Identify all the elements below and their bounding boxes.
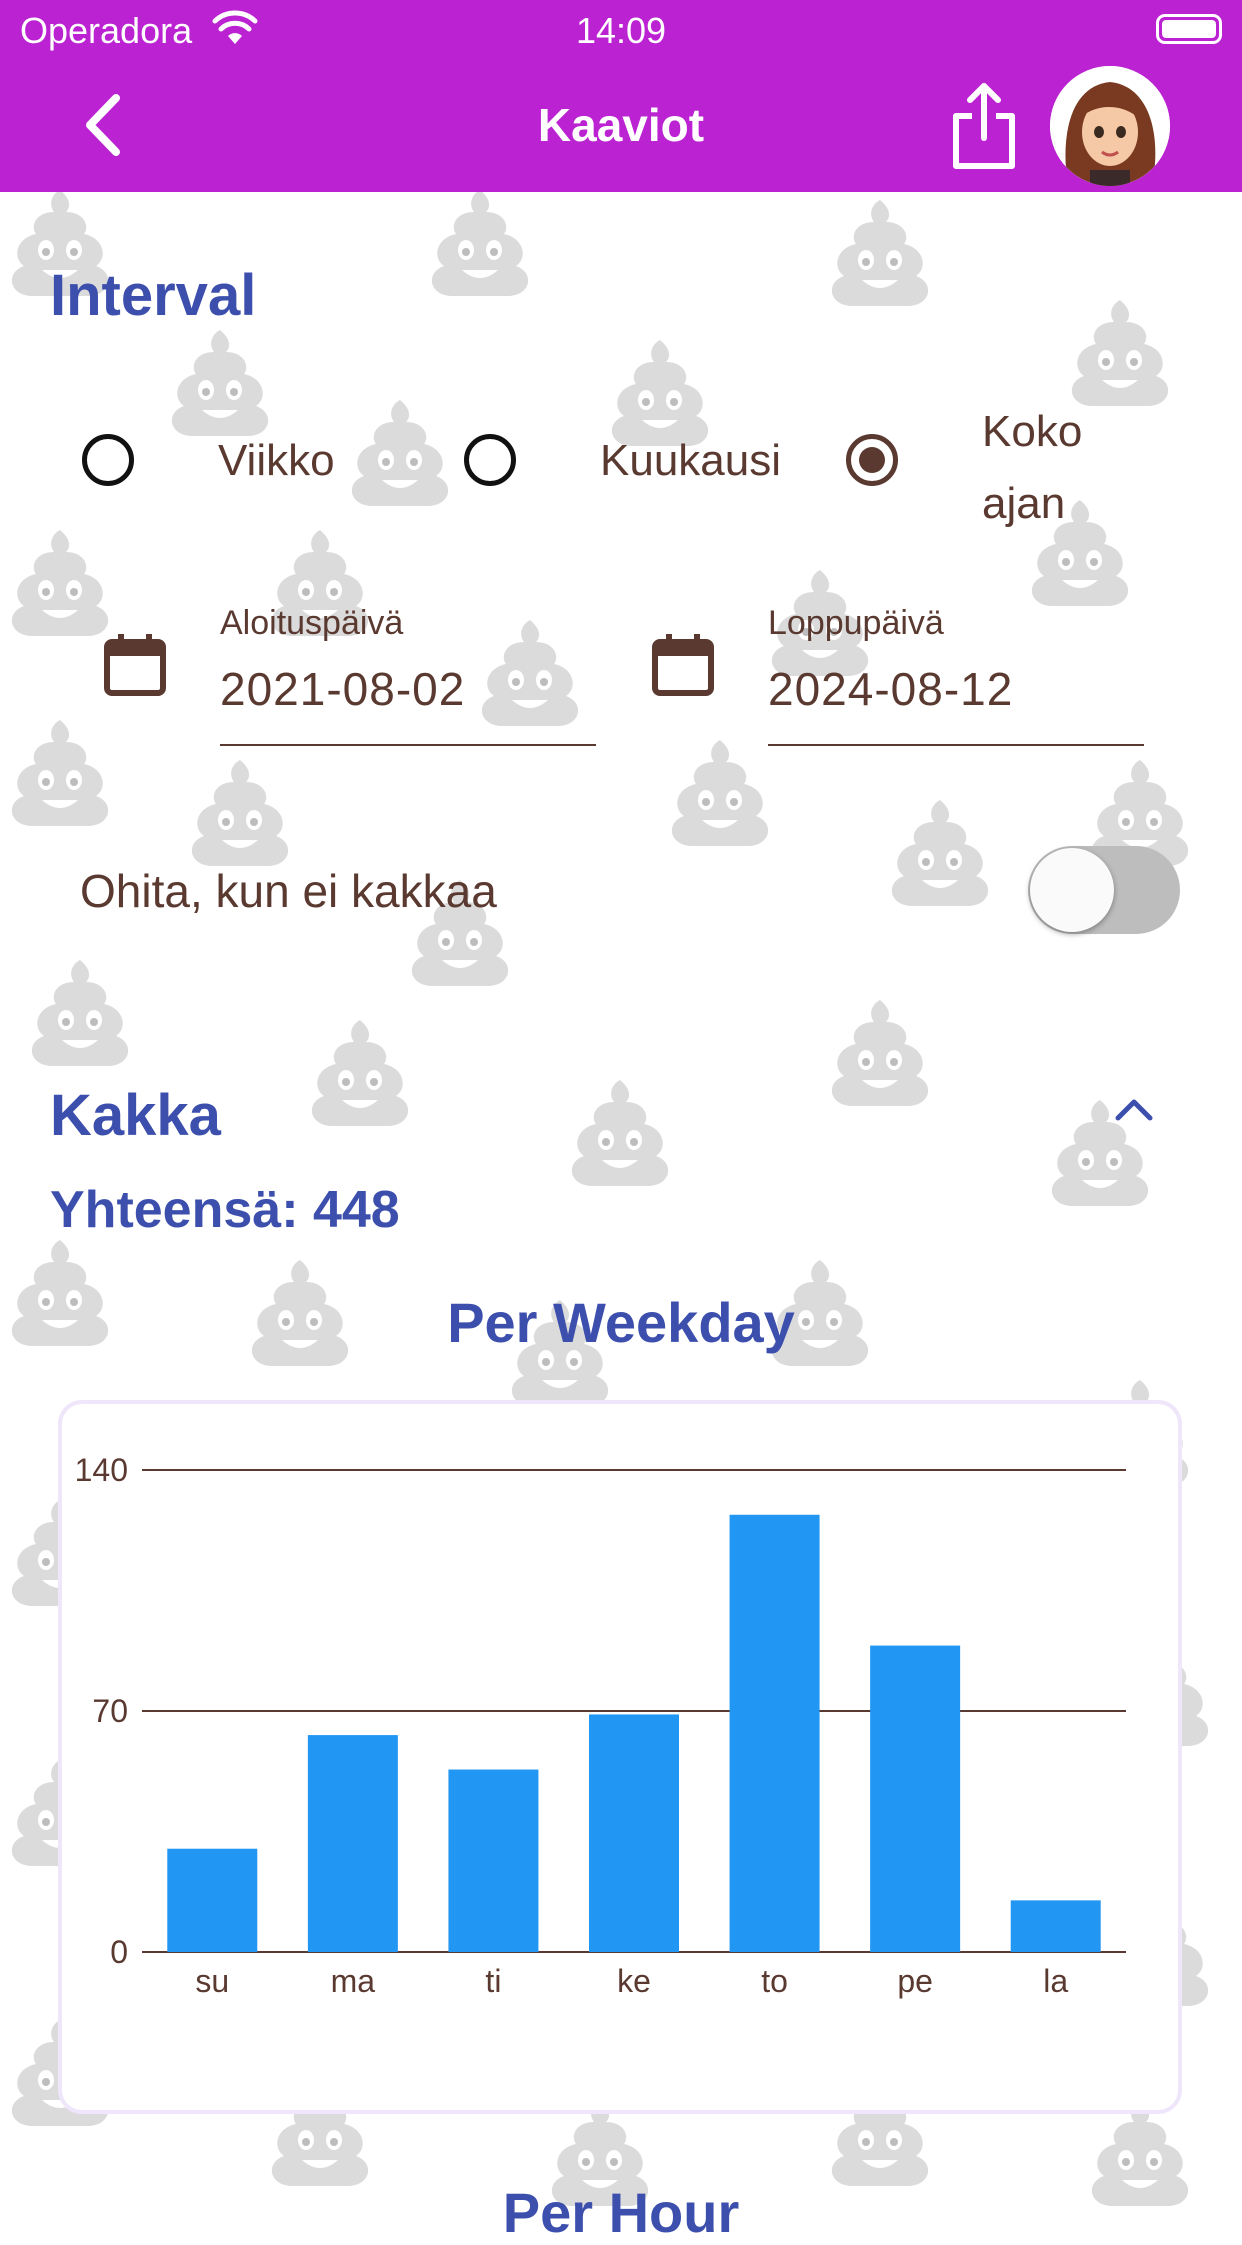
start-date-field[interactable]: 2021-08-02 xyxy=(220,662,465,716)
poo-pattern-icon xyxy=(351,400,449,506)
app-header: Operadora 14:09 Kaaviot xyxy=(0,0,1242,192)
poo-pattern-icon xyxy=(831,1000,929,1106)
poo-pattern-icon xyxy=(671,740,769,846)
x-tick-label: ma xyxy=(331,1963,376,1999)
interval-title: Interval xyxy=(50,263,257,328)
poo-pattern-icon xyxy=(191,760,289,866)
radio-weekly[interactable] xyxy=(82,434,134,486)
poo-pattern-icon xyxy=(311,1020,409,1126)
end-date-underline xyxy=(768,744,1144,746)
poo-pattern-icon xyxy=(432,192,528,296)
poo-pattern-icon xyxy=(571,1080,669,1186)
end-date-label: Loppupäivä xyxy=(768,604,944,642)
bar-ma xyxy=(307,1735,398,1952)
radio-label-weekly: Viikko xyxy=(218,436,335,485)
poo-pattern-icon xyxy=(611,340,709,446)
y-tick-label: 140 xyxy=(75,1452,128,1488)
skip-empty-label: Ohita, kun ei kakkaa xyxy=(80,865,497,917)
poo-pattern-icon xyxy=(1071,300,1169,406)
radio-monthly[interactable] xyxy=(464,434,516,486)
bar-ke xyxy=(589,1714,679,1952)
share-icon[interactable] xyxy=(948,80,1020,174)
x-tick-label: la xyxy=(1043,1963,1068,1999)
poo-pattern-icon xyxy=(891,800,989,906)
bar-la xyxy=(1010,1900,1101,1952)
chart-title: Per Weekday xyxy=(447,1291,795,1354)
poo-pattern-icon xyxy=(11,720,109,826)
radio-all-time[interactable] xyxy=(846,434,898,486)
y-tick-label: 0 xyxy=(110,1934,128,1970)
avatar[interactable] xyxy=(1050,66,1170,186)
kakka-title: Kakka xyxy=(50,1083,221,1148)
toggle-knob xyxy=(1030,848,1114,932)
poo-pattern-icon xyxy=(171,330,269,436)
radio-label-monthly: Kuukausi xyxy=(600,436,782,485)
bar-ti xyxy=(448,1769,539,1952)
poo-pattern-icon xyxy=(31,960,129,1066)
end-date-field[interactable]: 2024-08-12 xyxy=(768,662,1013,716)
poo-pattern-icon xyxy=(481,620,579,726)
battery-icon xyxy=(1156,14,1222,44)
radio-label-all-time: Koko ajan xyxy=(982,407,1083,528)
next-section-title: Per Hour xyxy=(502,2181,740,2244)
poo-pattern-icon xyxy=(831,200,929,306)
x-tick-label: pe xyxy=(897,1963,933,1999)
kakka-total: Yhteensä: 448 xyxy=(50,1181,400,1239)
start-date-label: Aloituspäivä xyxy=(220,604,404,642)
calendar-icon[interactable] xyxy=(104,632,166,696)
y-tick-label: 70 xyxy=(92,1693,128,1729)
bar-pe xyxy=(870,1645,961,1952)
chevron-up-icon[interactable] xyxy=(1112,1094,1156,1124)
skip-empty-toggle[interactable] xyxy=(1028,846,1180,934)
weekday-chart-card: 0 70 140 su ma ti ke to pe la xyxy=(58,1400,1182,2114)
weekday-bar-chart: 0 70 140 su ma ti ke to pe la xyxy=(75,1452,1126,1999)
x-tick-label: ke xyxy=(617,1963,651,1999)
status-time: 14:09 xyxy=(575,10,667,51)
calendar-icon[interactable] xyxy=(652,632,714,696)
x-tick-label: su xyxy=(195,1963,229,1999)
start-date-underline xyxy=(220,744,596,746)
bar-su xyxy=(167,1848,258,1952)
poo-pattern-icon xyxy=(11,530,109,636)
bar-to xyxy=(729,1514,820,1952)
x-tick-label: to xyxy=(761,1963,788,1999)
x-tick-label: ti xyxy=(485,1963,501,1999)
